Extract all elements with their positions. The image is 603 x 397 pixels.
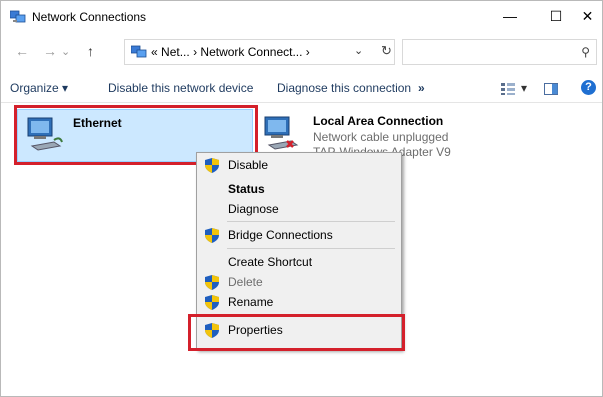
- diagnose-connection-button[interactable]: Diagnose this connection: [277, 81, 411, 95]
- shield-icon: [205, 228, 219, 243]
- search-input[interactable]: ⚲: [402, 39, 597, 65]
- menu-item-label: Create Shortcut: [228, 255, 313, 269]
- menu-item-label: Delete: [228, 275, 263, 289]
- address-row: ← → ⌄ ↑ « Net... › Network Connect... › …: [1, 39, 602, 65]
- address-bar[interactable]: « Net... › Network Connect... › ⌄ ↻: [124, 39, 395, 65]
- properties-highlight-box: [188, 314, 405, 351]
- menu-item-label: Diagnose: [228, 202, 279, 216]
- menu-item-rename[interactable]: Rename: [197, 292, 401, 313]
- breadcrumb-item-network-connections[interactable]: Network Connect...: [200, 45, 302, 59]
- refresh-icon[interactable]: ↻: [381, 43, 392, 59]
- change-view-icon[interactable]: [501, 83, 515, 95]
- breadcrumb: « Net... › Network Connect... ›: [151, 45, 310, 59]
- menu-item-delete[interactable]: Delete: [197, 272, 401, 293]
- menu-item-status[interactable]: Status: [197, 179, 401, 200]
- back-arrow-icon[interactable]: ←: [15, 43, 29, 59]
- organize-menu[interactable]: Organize ▾: [10, 81, 68, 95]
- disable-device-button[interactable]: Disable this network device: [108, 81, 253, 95]
- help-icon[interactable]: ?: [581, 80, 596, 95]
- menu-item-disable[interactable]: Disable: [197, 155, 401, 176]
- breadcrumb-separator[interactable]: ›: [306, 45, 310, 59]
- shield-icon: [205, 295, 219, 310]
- divider: [1, 102, 602, 103]
- title-bar: Network Connections — ☐ ✕: [1, 1, 602, 31]
- menu-item-diagnose[interactable]: Diagnose: [197, 199, 401, 220]
- connection-name: Local Area Connection: [313, 114, 444, 128]
- shield-icon: [205, 158, 219, 173]
- minimize-button[interactable]: —: [487, 1, 533, 31]
- menu-item-label: Disable: [228, 158, 269, 172]
- window-title: Network Connections: [32, 10, 147, 24]
- address-dropdown-icon[interactable]: ⌄: [354, 44, 363, 57]
- breadcrumb-separator[interactable]: ›: [193, 45, 197, 59]
- search-icon[interactable]: ⚲: [581, 45, 590, 59]
- menu-item-create-shortcut[interactable]: Create Shortcut: [197, 252, 401, 273]
- network-connections-icon: [10, 10, 26, 23]
- breadcrumb-item-net[interactable]: Net...: [161, 45, 190, 59]
- up-arrow-icon[interactable]: ↑: [87, 43, 94, 59]
- network-connections-window: Network Connections — ☐ ✕ ← → ⌄ ↑ « Net.…: [0, 0, 603, 397]
- more-commands-button[interactable]: »: [418, 81, 425, 95]
- menu-item-bridge-connections[interactable]: Bridge Connections: [197, 225, 401, 246]
- network-adapter-disconnected-icon: [264, 116, 299, 150]
- network-folder-icon: [131, 45, 147, 58]
- menu-item-label: Rename: [228, 295, 274, 309]
- command-bar: Organize ▾ Disable this network device D…: [1, 77, 602, 101]
- forward-arrow-icon[interactable]: →: [43, 43, 57, 59]
- breadcrumb-overflow[interactable]: «: [151, 45, 158, 59]
- shield-icon: [205, 275, 219, 290]
- menu-separator: [227, 221, 395, 222]
- close-button[interactable]: ✕: [573, 1, 602, 31]
- preview-pane-icon[interactable]: [544, 83, 558, 95]
- menu-item-label: Status: [228, 182, 265, 196]
- connection-status: Network cable unplugged: [313, 130, 449, 144]
- menu-separator: [227, 248, 395, 249]
- menu-item-label: Bridge Connections: [228, 228, 333, 242]
- view-options-dropdown-icon[interactable]: ▾: [521, 81, 527, 95]
- recent-locations-chevron-icon[interactable]: ⌄: [61, 45, 70, 58]
